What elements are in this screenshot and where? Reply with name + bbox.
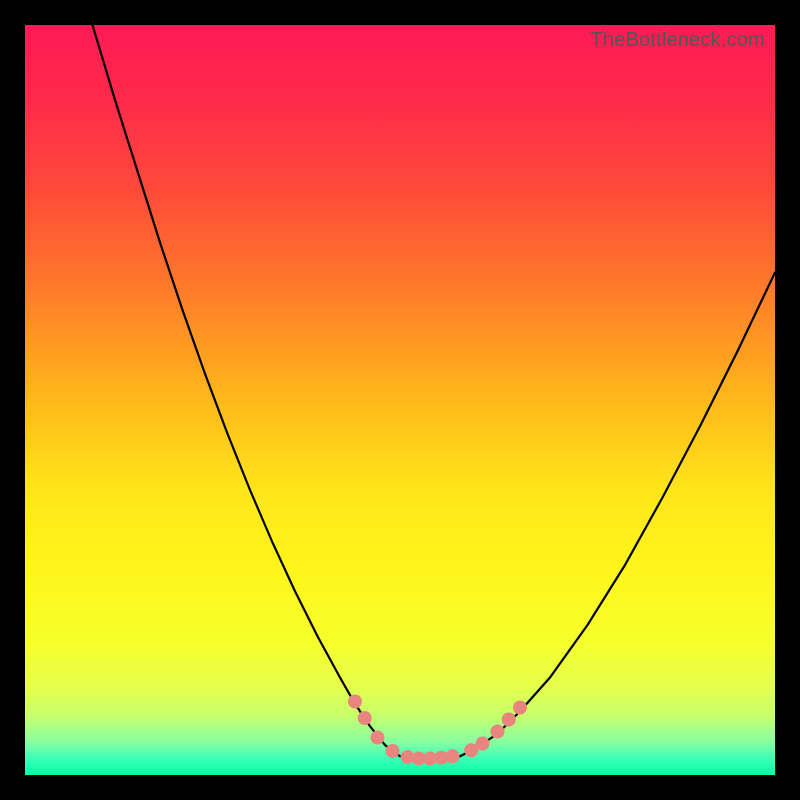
data-marker	[476, 737, 490, 751]
series-right-curve	[460, 273, 775, 757]
data-marker	[386, 744, 400, 758]
plot-area: TheBottleneck.com	[25, 25, 775, 775]
data-marker	[348, 695, 362, 709]
data-marker	[371, 731, 385, 745]
chart-svg	[25, 25, 775, 775]
data-marker	[358, 711, 372, 725]
data-marker	[502, 713, 516, 727]
series-left-curve	[93, 25, 401, 756]
data-marker	[446, 749, 460, 763]
watermark-text: TheBottleneck.com	[590, 29, 765, 52]
data-marker	[491, 725, 505, 739]
outer-frame: TheBottleneck.com	[0, 0, 800, 800]
series-group	[93, 25, 776, 759]
marker-group	[348, 695, 527, 766]
data-marker	[513, 701, 527, 715]
